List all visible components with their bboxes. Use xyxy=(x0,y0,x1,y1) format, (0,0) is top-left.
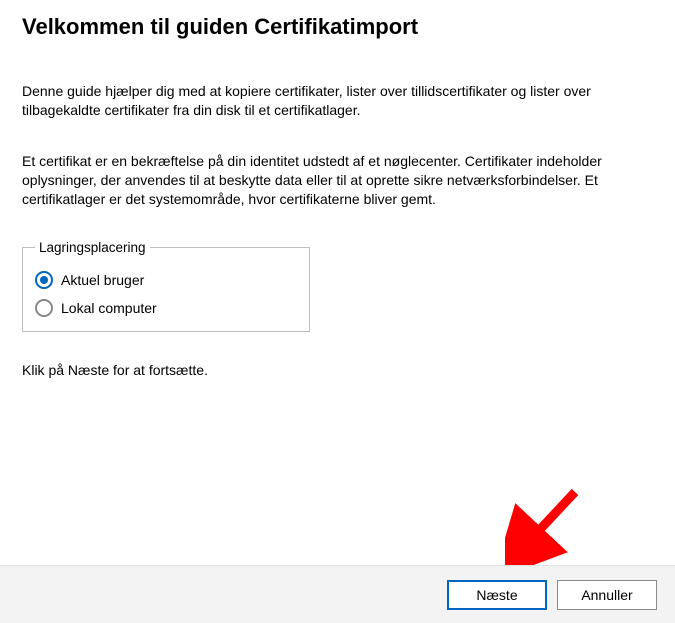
next-button[interactable]: Næste xyxy=(447,580,547,610)
radio-local-computer[interactable]: Lokal computer xyxy=(35,299,297,317)
dialog-footer: Næste Annuller xyxy=(0,565,675,623)
storage-legend: Lagringsplacering xyxy=(35,240,150,255)
annotation-arrow-icon xyxy=(505,482,595,572)
radio-icon xyxy=(35,299,53,317)
intro-text: Denne guide hjælper dig med at kopiere c… xyxy=(22,82,652,120)
storage-location-group: Lagringsplacering Aktuel bruger Lokal co… xyxy=(22,240,310,332)
radio-label: Aktuel bruger xyxy=(61,272,144,288)
continue-hint: Klik på Næste for at fortsætte. xyxy=(22,362,653,378)
explanation-text: Et certifikat er en bekræftelse på din i… xyxy=(22,152,652,209)
radio-label: Lokal computer xyxy=(61,300,157,316)
page-title: Velkommen til guiden Certifikatimport xyxy=(22,14,653,40)
cancel-button[interactable]: Annuller xyxy=(557,580,657,610)
radio-current-user[interactable]: Aktuel bruger xyxy=(35,271,297,289)
radio-icon xyxy=(35,271,53,289)
